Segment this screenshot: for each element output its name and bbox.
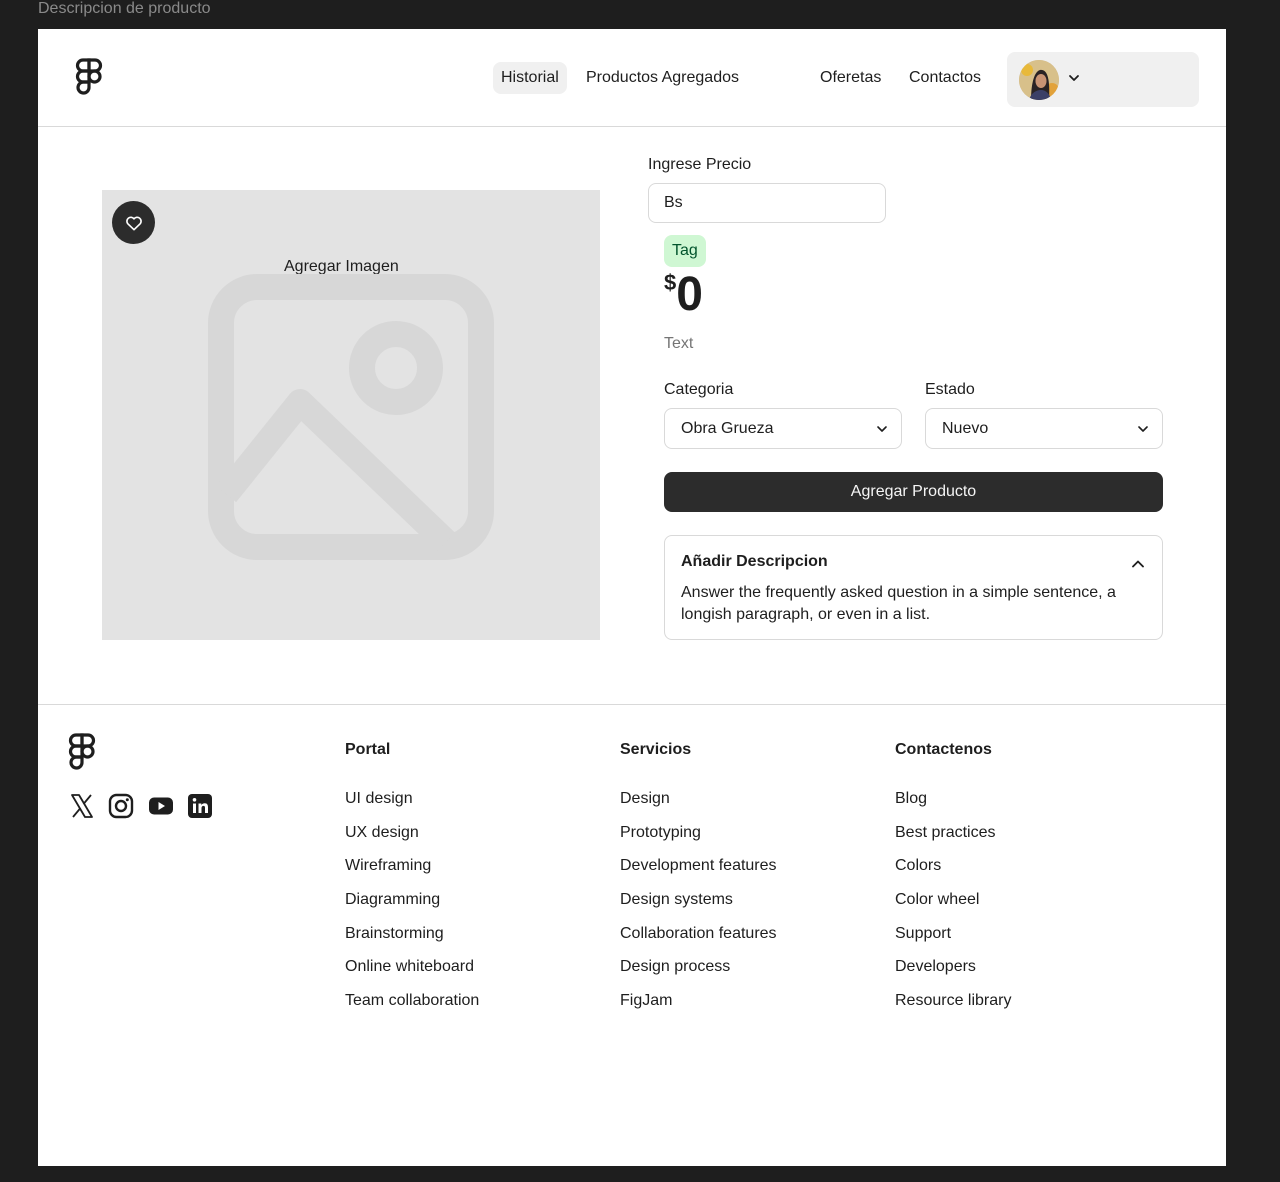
favorite-button[interactable] — [112, 201, 155, 244]
footer-link[interactable]: Colors — [895, 855, 1011, 877]
avatar[interactable] — [1019, 60, 1059, 100]
footer-link[interactable]: Development features — [620, 855, 777, 877]
currency-symbol: $ — [664, 270, 677, 295]
chevron-down-icon[interactable] — [1067, 71, 1081, 85]
footer: Portal UI design UX design Wireframing D… — [38, 704, 1226, 1166]
category-select[interactable]: Obra Grueza — [664, 408, 902, 449]
footer-link[interactable]: Developers — [895, 956, 1011, 978]
description-accordion-title[interactable]: Añadir Descripcion — [681, 553, 828, 571]
footer-link[interactable]: Design systems — [620, 889, 777, 911]
footer-link[interactable]: Wireframing — [345, 855, 479, 877]
status-select[interactable]: Nuevo — [925, 408, 1163, 449]
price-label: Ingrese Precio — [648, 156, 752, 173]
footer-link[interactable]: Color wheel — [895, 889, 1011, 911]
chevron-up-icon[interactable] — [1130, 556, 1146, 572]
user-menu[interactable] — [1007, 52, 1199, 107]
chevron-down-icon — [877, 426, 887, 432]
description-accordion-body: Answer the frequently asked question in … — [681, 584, 1116, 623]
footer-link[interactable]: FigJam — [620, 990, 777, 1012]
footer-link[interactable]: UX design — [345, 822, 479, 844]
figma-logo-icon[interactable] — [68, 733, 96, 773]
nav-item-contactos[interactable]: Contactos — [901, 62, 989, 94]
heart-icon — [125, 216, 142, 230]
footer-link[interactable]: Brainstorming — [345, 923, 479, 945]
footer-link[interactable]: Support — [895, 923, 1011, 945]
instagram-icon[interactable] — [108, 793, 134, 819]
status-select-value: Nuevo — [942, 420, 989, 437]
price-amount: 0 — [676, 268, 703, 321]
linkedin-icon[interactable] — [187, 793, 213, 819]
x-icon[interactable] — [69, 793, 95, 819]
footer-column-servicios: Servicios Design Prototyping Development… — [620, 739, 777, 1024]
add-product-button[interactable]: Agregar Producto — [664, 472, 1163, 512]
avatar-image — [1019, 60, 1059, 100]
footer-column-portal: Portal UI design UX design Wireframing D… — [345, 739, 479, 1024]
footer-link[interactable]: Diagramming — [345, 889, 479, 911]
category-select-value: Obra Grueza — [681, 420, 774, 437]
figma-logo-icon[interactable] — [75, 58, 103, 98]
footer-column-title: Contactenos — [895, 741, 992, 758]
chevron-down-icon — [1138, 426, 1148, 432]
status-label: Estado — [925, 381, 975, 398]
footer-link[interactable]: UI design — [345, 788, 479, 810]
footer-column-title: Servicios — [620, 741, 692, 758]
footer-link[interactable]: Blog — [895, 788, 1011, 810]
tag-badge: Tag — [664, 235, 706, 267]
nav-item-oferetas[interactable]: Oferetas — [812, 62, 889, 94]
product-image-dropzone[interactable]: Agregar Imagen — [102, 190, 600, 640]
nav-item-productos-agregados[interactable]: Productos Agregados — [578, 62, 747, 94]
frame-label: Descripcion de producto — [38, 0, 211, 17]
footer-link[interactable]: Best practices — [895, 822, 1011, 844]
price-subtext: Text — [664, 335, 694, 352]
category-label: Categoria — [664, 381, 734, 398]
description-accordion: Añadir Descripcion Answer the frequently… — [664, 535, 1163, 640]
header: Historial Productos Agregados Oferetas C… — [38, 29, 1226, 127]
footer-column-contactenos: Contactenos Blog Best practices Colors C… — [895, 739, 1011, 1024]
nav-item-historial[interactable]: Historial — [493, 62, 567, 94]
footer-link[interactable]: Design — [620, 788, 777, 810]
image-placeholder-icon — [208, 274, 494, 560]
footer-link[interactable]: Resource library — [895, 990, 1011, 1012]
footer-link[interactable]: Collaboration features — [620, 923, 777, 945]
price-display: $ 0 — [664, 269, 703, 321]
price-input[interactable] — [648, 183, 886, 223]
youtube-icon[interactable] — [148, 793, 174, 819]
footer-link[interactable]: Design process — [620, 956, 777, 978]
footer-link[interactable]: Online whiteboard — [345, 956, 479, 978]
footer-link[interactable]: Prototyping — [620, 822, 777, 844]
footer-link[interactable]: Team collaboration — [345, 990, 479, 1012]
page-frame: Historial Productos Agregados Oferetas C… — [38, 29, 1226, 1166]
footer-column-title: Portal — [345, 741, 391, 758]
